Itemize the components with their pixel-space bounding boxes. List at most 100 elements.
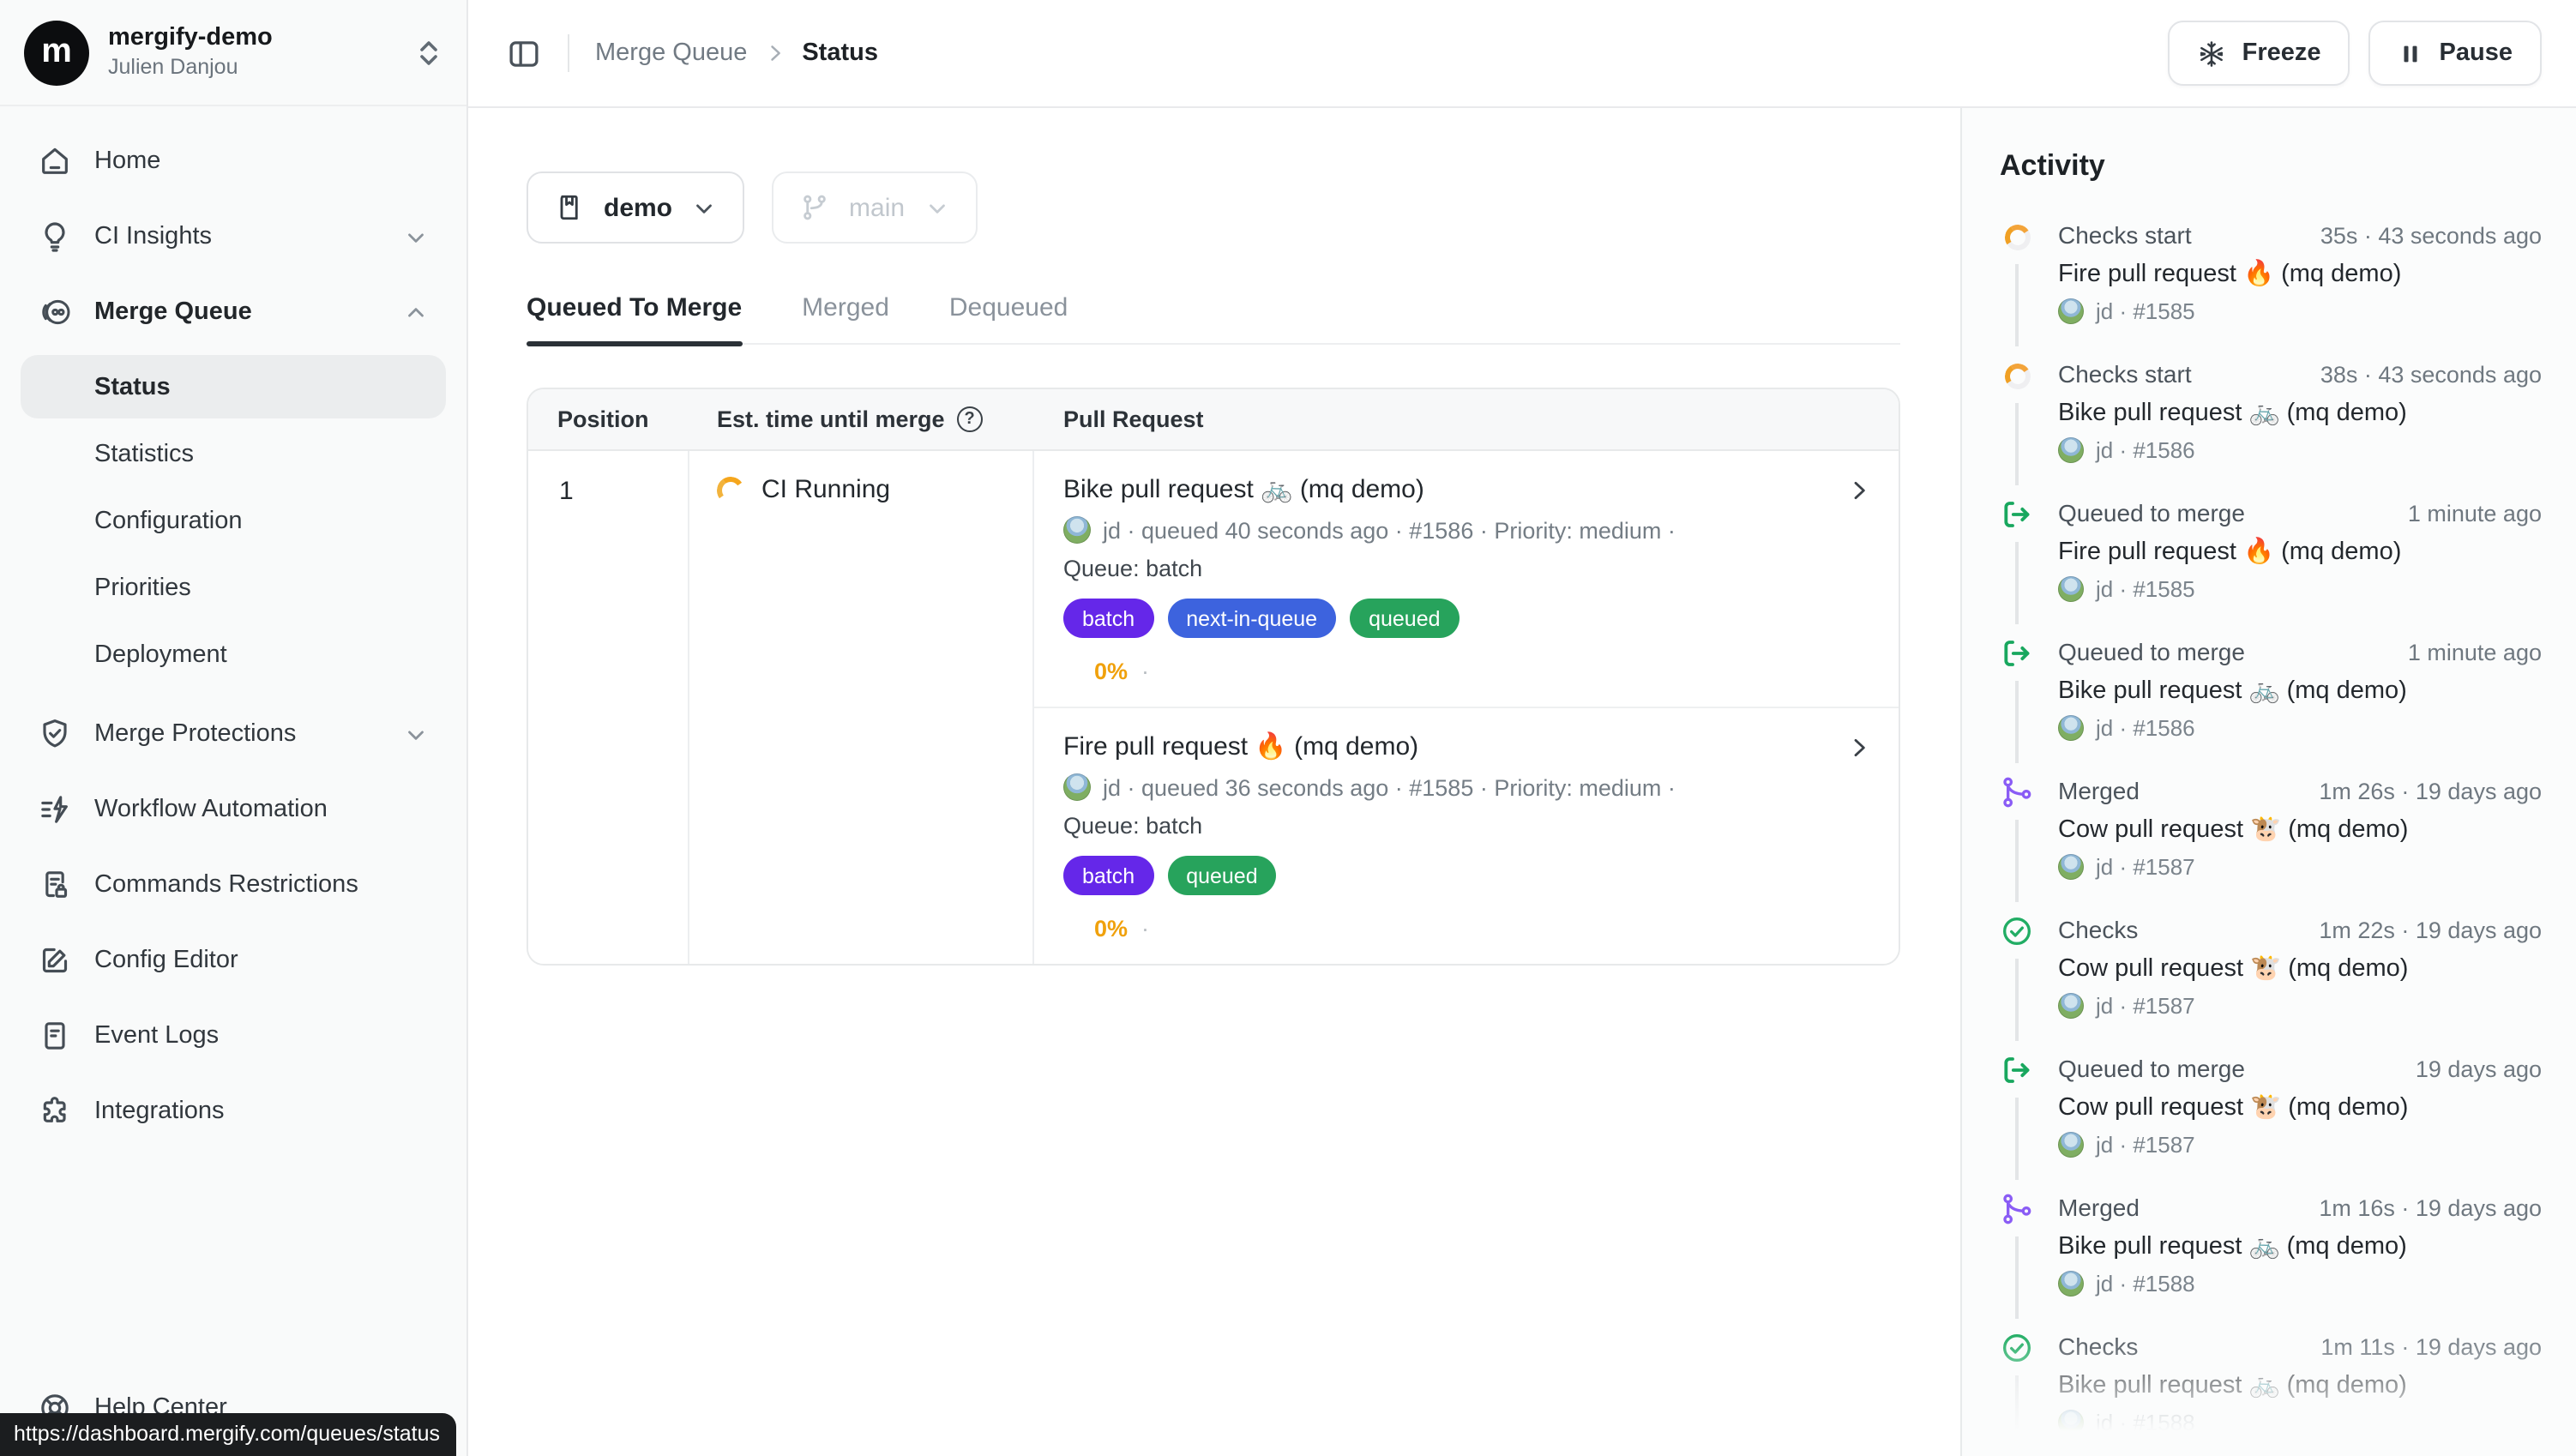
activity-pr-title[interactable]: Bike pull request 🚲 (mq demo) <box>2058 676 2542 705</box>
activity-entry[interactable]: Merged 1m 16s · 19 days ago Bike pull re… <box>2000 1194 2542 1297</box>
checks-start-spinner-icon <box>2000 220 2034 254</box>
activity-pr-title[interactable]: Cow pull request 🐮 (mq demo) <box>2058 954 2542 983</box>
activity-event-time: 38s · 43 seconds ago <box>2320 362 2542 388</box>
activity-pr-meta: jd · #1585 <box>2096 298 2195 324</box>
sidebar-item-priorities[interactable]: Priorities <box>21 556 446 619</box>
git-branch-icon <box>799 192 830 223</box>
chevron-up-down-icon[interactable] <box>415 37 442 68</box>
sidebar-item-label: Event Logs <box>94 1022 219 1050</box>
queue-filters: demo main <box>527 171 1960 244</box>
sidebar-item-statistics[interactable]: Statistics <box>21 422 446 485</box>
activity-event-title: Queued to merge <box>2058 1055 2245 1082</box>
chevron-down-icon <box>924 195 949 220</box>
activity-event-time: 1m 26s · 19 days ago <box>2319 779 2542 804</box>
pr-title[interactable]: Fire pull request 🔥 (mq demo) <box>1063 731 1820 761</box>
avatar <box>2058 854 2084 880</box>
document-lines-icon <box>38 1019 72 1053</box>
pr-progress-dot: · <box>1141 916 1149 942</box>
pr-title[interactable]: Bike pull request 🚲 (mq demo) <box>1063 473 1820 504</box>
org-name: mergify-demo <box>108 22 273 53</box>
position-cell: 1 <box>528 451 689 964</box>
sidebar-item-status[interactable]: Status <box>21 355 446 418</box>
sidebar-item-home[interactable]: Home <box>21 129 446 194</box>
chevron-down-icon <box>403 721 429 747</box>
avatar <box>1063 773 1091 801</box>
sidebar-item-config-editor[interactable]: Config Editor <box>21 928 446 993</box>
avatar <box>2058 1271 2084 1297</box>
shield-check-icon <box>38 717 72 751</box>
repository-select-value: demo <box>604 193 672 222</box>
activity-event-time: 1 minute ago <box>2408 501 2542 526</box>
sidebar-item-label: Status <box>94 373 171 400</box>
app-window: m mergify-demo Julien Danjou Home CI Ins <box>0 0 2576 1456</box>
activity-event-time: 1 minute ago <box>2408 640 2542 665</box>
pr-progress: 0% · <box>1094 916 1820 942</box>
activity-event-title: Merged <box>2058 777 2140 804</box>
sidebar-item-deployment[interactable]: Deployment <box>21 623 446 686</box>
branch-select[interactable]: main <box>772 171 977 244</box>
sidebar-item-workflow-automation[interactable]: Workflow Automation <box>21 777 446 842</box>
timeline-connector <box>2015 542 2018 624</box>
activity-fade-overlay <box>1964 1333 2576 1456</box>
activity-pr-meta: jd · #1587 <box>2096 854 2195 880</box>
topbar: Merge Queue Status Freeze Pause <box>468 0 2576 108</box>
activity-pr-title[interactable]: Cow pull request 🐮 (mq demo) <box>2058 1092 2542 1122</box>
activity-entry[interactable]: Checks start 35s · 43 seconds ago Fire p… <box>2000 221 2542 324</box>
pull-request-card[interactable]: Fire pull request 🔥 (mq demo) jd · queue… <box>1034 707 1899 964</box>
sidebar-item-merge-protections[interactable]: Merge Protections <box>21 701 446 767</box>
sidebar-item-configuration[interactable]: Configuration <box>21 489 446 552</box>
activity-entry[interactable]: Queued to merge 1 minute ago Fire pull r… <box>2000 499 2542 602</box>
activity-pr-title[interactable]: Bike pull request 🚲 (mq demo) <box>2058 398 2542 427</box>
activity-pr-title[interactable]: Fire pull request 🔥 (mq demo) <box>2058 259 2542 288</box>
breadcrumb-parent[interactable]: Merge Queue <box>595 39 747 67</box>
pause-button[interactable]: Pause <box>2369 21 2542 86</box>
freeze-button[interactable]: Freeze <box>2169 21 2350 86</box>
activity-entry[interactable]: Checks start 38s · 43 seconds ago Bike p… <box>2000 360 2542 463</box>
activity-entry[interactable]: Queued to merge 19 days ago Cow pull req… <box>2000 1055 2542 1158</box>
chevron-right-icon[interactable] <box>1845 477 1873 504</box>
avatar <box>2058 993 2084 1019</box>
puzzle-icon <box>38 1094 72 1128</box>
pull-request-card[interactable]: Bike pull request 🚲 (mq demo) jd · queue… <box>1034 451 1899 707</box>
pr-queue-label: Queue: batch <box>1063 556 1820 581</box>
sidebar-toggle-icon[interactable] <box>506 35 542 71</box>
badge-batch: batch <box>1063 856 1153 895</box>
sidebar: m mergify-demo Julien Danjou Home CI Ins <box>0 0 468 1456</box>
tab-dequeued[interactable]: Dequeued <box>949 293 1068 343</box>
activity-event-title: Queued to merge <box>2058 499 2245 526</box>
lightbulb-icon <box>38 220 72 254</box>
tab-queued-to-merge[interactable]: Queued To Merge <box>527 293 742 343</box>
activity-pr-title[interactable]: Cow pull request 🐮 (mq demo) <box>2058 815 2542 844</box>
sidebar-item-label: Deployment <box>94 641 227 668</box>
chevron-down-icon <box>403 224 429 250</box>
tab-merged[interactable]: Merged <box>802 293 889 343</box>
activity-pr-title[interactable]: Bike pull request 🚲 (mq demo) <box>2058 1231 2542 1260</box>
sidebar-item-commands-restrictions[interactable]: Commands Restrictions <box>21 852 446 918</box>
sidebar-item-label: Commands Restrictions <box>94 871 358 899</box>
sidebar-item-integrations[interactable]: Integrations <box>21 1079 446 1144</box>
sidebar-item-ci-insights[interactable]: CI Insights <box>21 204 446 269</box>
activity-entry[interactable]: Checks 1m 22s · 19 days ago Cow pull req… <box>2000 916 2542 1019</box>
timeline-connector <box>2015 403 2018 485</box>
avatar <box>1063 516 1091 544</box>
activity-entry[interactable]: Queued to merge 1 minute ago Bike pull r… <box>2000 638 2542 741</box>
queued-to-merge-icon <box>2000 497 2034 532</box>
sidebar-item-label: CI Insights <box>94 223 212 250</box>
status-url-tooltip: https://dashboard.mergify.com/queues/sta… <box>0 1413 455 1456</box>
help-circle-icon[interactable]: ? <box>957 406 983 432</box>
merge-queue-icon <box>38 295 72 329</box>
ci-status-label: CI Running <box>761 475 890 504</box>
sidebar-item-merge-queue[interactable]: Merge Queue <box>21 280 446 345</box>
queue-table: Position Est. time until merge ? Pull Re… <box>527 388 1900 966</box>
pr-meta: jd · queued 40 seconds ago · #1586 · Pri… <box>1063 516 1820 544</box>
repository-select[interactable]: demo <box>527 171 744 244</box>
activity-pr-title[interactable]: Fire pull request 🔥 (mq demo) <box>2058 537 2542 566</box>
org-user: Julien Danjou <box>108 56 273 82</box>
sidebar-item-event-logs[interactable]: Event Logs <box>21 1003 446 1068</box>
sidebar-item-label: Priorities <box>94 574 191 601</box>
org-switcher[interactable]: m mergify-demo Julien Danjou <box>0 0 466 106</box>
activity-entry[interactable]: Merged 1m 26s · 19 days ago Cow pull req… <box>2000 777 2542 880</box>
chevron-right-icon[interactable] <box>1845 734 1873 761</box>
activity-event-title: Checks start <box>2058 360 2192 388</box>
ci-running-spinner-icon <box>714 473 746 505</box>
